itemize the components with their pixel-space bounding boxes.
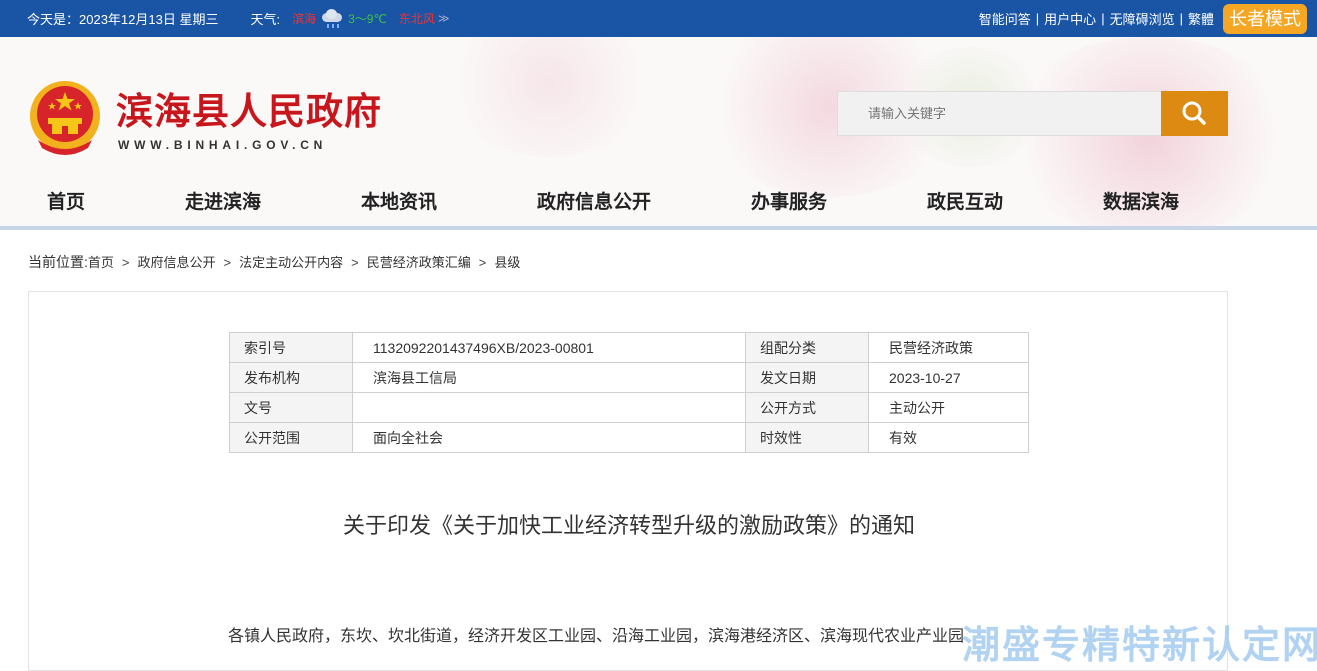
link-traditional-chinese[interactable]: 繁體 xyxy=(1188,9,1214,28)
meta-row: 发布机构 滨海县工信局 发文日期 2023-10-27 xyxy=(229,362,1029,393)
breadcrumb-arrow: > xyxy=(478,255,487,270)
index-label: 索引号 xyxy=(229,332,353,363)
disclosure-method-label: 公开方式 xyxy=(745,392,869,423)
validity-label: 时效性 xyxy=(745,422,869,453)
breadcrumb-private-economy[interactable]: 民营经济政策汇编 xyxy=(367,255,471,270)
nav-gov-info[interactable]: 政府信息公开 xyxy=(537,187,651,214)
breadcrumb-arrow: > xyxy=(121,255,130,270)
separator: | xyxy=(1101,11,1105,26)
document-title: 关于印发《关于加快工业经济转型升级的激励政策》的通知 xyxy=(342,513,915,538)
link-user-center[interactable]: 用户中心 xyxy=(1044,9,1096,28)
category-value: 民营经济政策 xyxy=(868,332,1029,363)
issue-date-label: 发文日期 xyxy=(745,362,869,393)
date-text: 今天是：2023年12月13日 星期三 xyxy=(27,12,219,27)
breadcrumb-label: 当前位置: xyxy=(28,254,88,270)
search-icon xyxy=(1182,101,1206,125)
search-box xyxy=(837,91,1161,136)
top-bar: 今天是：2023年12月13日 星期三 天气: 滨海 3～9℃ 东北风 ≫ 智能… xyxy=(0,0,1317,37)
link-smart-qa[interactable]: 智能问答 xyxy=(979,9,1031,28)
breadcrumb-county[interactable]: 县级 xyxy=(494,255,520,270)
disclosure-scope-label: 公开范围 xyxy=(229,422,353,453)
nav-divider xyxy=(0,226,1317,230)
index-value: 113209220143749​6XB/2023-00801 xyxy=(352,332,746,363)
site-title[interactable]: 滨海县人民政府 xyxy=(116,81,382,135)
link-accessibility[interactable]: 无障碍浏览 xyxy=(1110,9,1175,28)
disclosure-scope-value: 面向全社会 xyxy=(352,422,746,453)
nav-local-news[interactable]: 本地资讯 xyxy=(361,187,437,214)
meta-row: 文号 公开方式 主动公开 xyxy=(229,392,1029,423)
weather-city: 滨海 xyxy=(292,12,317,26)
separator: | xyxy=(1035,11,1040,26)
nav-data-binhai[interactable]: 数据滨海 xyxy=(1103,187,1179,214)
disclosure-method-value: 主动公开 xyxy=(868,392,1029,423)
validity-value: 有效 xyxy=(868,422,1029,453)
search-input[interactable] xyxy=(838,92,1161,135)
breadcrumb: 当前位置:首页 > 政府信息公开 > 法定主动公开内容 > 民营经济政策汇编 > 县级 xyxy=(28,252,520,272)
top-bar-info: 今天是：2023年12月13日 星期三 天气: 滨海 3～9℃ 东北风 ≫ xyxy=(27,0,449,37)
elder-mode-button[interactable]: 长者模式 xyxy=(1223,3,1307,34)
breadcrumb-statutory[interactable]: 法定主动公开内容 xyxy=(239,255,343,270)
publisher-value: 滨海县工信局 xyxy=(352,362,746,393)
document-body: 各镇人民政府，东坎、坎北街道，经济开发区工业园、沿海工业园，滨海港经济区、滨海现… xyxy=(228,622,1028,652)
rain-cloud-icon xyxy=(318,8,346,30)
category-label: 组配分类 xyxy=(745,332,869,363)
weather-wind: 东北风 xyxy=(398,12,435,26)
top-links: 智能问答 | 用户中心 | 无障碍浏览 | 繁體 长者模式 xyxy=(979,0,1307,37)
weather-more-icon[interactable]: ≫ xyxy=(438,12,450,25)
doc-number-value xyxy=(352,392,746,423)
weather-label: 天气: xyxy=(250,12,281,27)
breadcrumb-gov-info[interactable]: 政府信息公开 xyxy=(138,255,216,270)
issue-date-value: 2023-10-27 xyxy=(868,362,1029,393)
meta-row: 公开范围 面向全社会 时效性 有效 xyxy=(229,422,1029,453)
nav-interaction[interactable]: 政民互动 xyxy=(927,187,1003,214)
weather-temp: 3～9℃ xyxy=(348,12,387,26)
meta-row: 索引号 113209220143749​6XB/2023-00801 组配分类 民营经… xyxy=(229,332,1029,363)
national-emblem-icon xyxy=(30,81,100,155)
site-header: 滨海县人民政府 WWW.BINHAI.GOV.CN 首页 走进滨海 本地资讯 政… xyxy=(0,37,1317,230)
body-paragraph: 各镇人民政府，东坎、坎北街道，经济开发区工业园、沿海工业园，滨海港经济区、滨海现… xyxy=(228,628,965,645)
nav-services[interactable]: 办事服务 xyxy=(751,187,827,214)
breadcrumb-home[interactable]: 首页 xyxy=(88,255,114,270)
nav-home[interactable]: 首页 xyxy=(47,187,85,214)
nav-about-binhai[interactable]: 走进滨海 xyxy=(185,187,261,214)
site-url: WWW.BINHAI.GOV.CN xyxy=(118,138,328,152)
breadcrumb-arrow: > xyxy=(223,255,232,270)
breadcrumb-arrow: > xyxy=(351,255,359,270)
flower-decoration xyxy=(440,37,660,157)
separator: | xyxy=(1179,11,1183,26)
publisher-label: 发布机构 xyxy=(229,362,353,393)
doc-number-label: 文号 xyxy=(229,392,353,423)
search-button[interactable] xyxy=(1161,91,1228,136)
main-nav: 首页 走进滨海 本地资讯 政府信息公开 办事服务 政民互动 数据滨海 xyxy=(0,187,1317,227)
document-meta-table: 索引号 113209220143749​6XB/2023-00801 组配分类 民营经… xyxy=(229,332,1029,453)
